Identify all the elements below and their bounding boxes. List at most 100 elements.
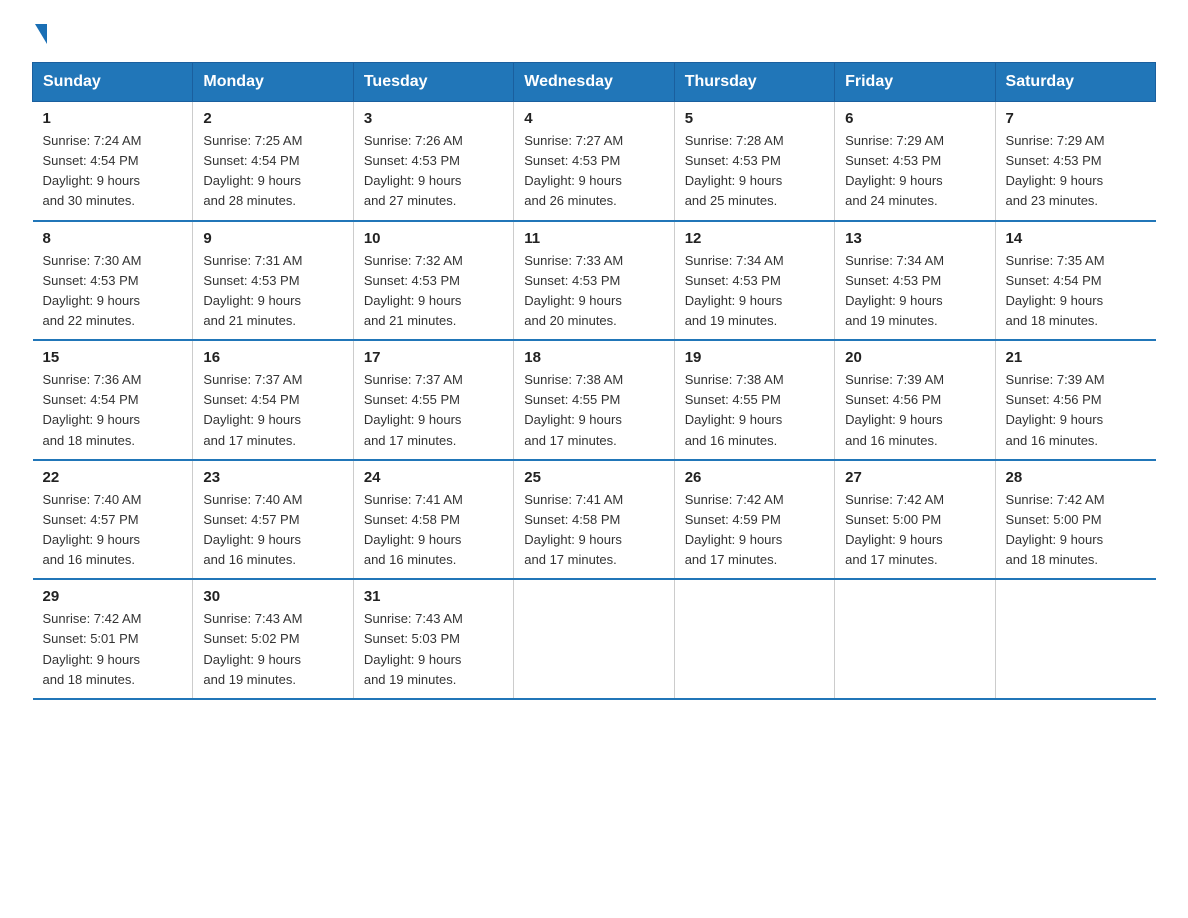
day-info: Sunrise: 7:38 AMSunset: 4:55 PMDaylight:… [685,370,824,451]
day-info: Sunrise: 7:34 AMSunset: 4:53 PMDaylight:… [845,251,984,332]
calendar-cell: 28 Sunrise: 7:42 AMSunset: 5:00 PMDaylig… [995,460,1155,580]
day-number: 27 [845,469,984,486]
day-number: 3 [364,110,503,127]
day-info: Sunrise: 7:42 AMSunset: 5:00 PMDaylight:… [1006,490,1146,571]
day-info: Sunrise: 7:39 AMSunset: 4:56 PMDaylight:… [1006,370,1146,451]
day-number: 16 [203,349,342,366]
day-number: 13 [845,230,984,247]
calendar-cell: 25 Sunrise: 7:41 AMSunset: 4:58 PMDaylig… [514,460,674,580]
day-of-week-header: Monday [193,63,353,102]
day-of-week-header: Thursday [674,63,834,102]
calendar-cell: 11 Sunrise: 7:33 AMSunset: 4:53 PMDaylig… [514,221,674,341]
day-number: 19 [685,349,824,366]
day-number: 29 [43,588,183,605]
day-of-week-header: Sunday [33,63,193,102]
day-info: Sunrise: 7:27 AMSunset: 4:53 PMDaylight:… [524,131,663,212]
calendar-cell: 2 Sunrise: 7:25 AMSunset: 4:54 PMDayligh… [193,102,353,221]
calendar-cell: 26 Sunrise: 7:42 AMSunset: 4:59 PMDaylig… [674,460,834,580]
calendar-cell: 17 Sunrise: 7:37 AMSunset: 4:55 PMDaylig… [353,340,513,460]
calendar-cell: 14 Sunrise: 7:35 AMSunset: 4:54 PMDaylig… [995,221,1155,341]
day-info: Sunrise: 7:37 AMSunset: 4:54 PMDaylight:… [203,370,342,451]
day-info: Sunrise: 7:41 AMSunset: 4:58 PMDaylight:… [524,490,663,571]
day-info: Sunrise: 7:32 AMSunset: 4:53 PMDaylight:… [364,251,503,332]
logo-arrow-icon [35,24,47,44]
day-number: 5 [685,110,824,127]
day-number: 18 [524,349,663,366]
day-info: Sunrise: 7:34 AMSunset: 4:53 PMDaylight:… [685,251,824,332]
calendar-cell: 5 Sunrise: 7:28 AMSunset: 4:53 PMDayligh… [674,102,834,221]
calendar-cell: 4 Sunrise: 7:27 AMSunset: 4:53 PMDayligh… [514,102,674,221]
day-number: 30 [203,588,342,605]
day-info: Sunrise: 7:31 AMSunset: 4:53 PMDaylight:… [203,251,342,332]
day-number: 20 [845,349,984,366]
day-info: Sunrise: 7:43 AMSunset: 5:02 PMDaylight:… [203,609,342,690]
calendar-cell: 3 Sunrise: 7:26 AMSunset: 4:53 PMDayligh… [353,102,513,221]
calendar-cell: 27 Sunrise: 7:42 AMSunset: 5:00 PMDaylig… [835,460,995,580]
calendar-cell [674,579,834,699]
day-info: Sunrise: 7:35 AMSunset: 4:54 PMDaylight:… [1006,251,1146,332]
calendar-week-row: 22 Sunrise: 7:40 AMSunset: 4:57 PMDaylig… [33,460,1156,580]
calendar-week-row: 1 Sunrise: 7:24 AMSunset: 4:54 PMDayligh… [33,102,1156,221]
calendar-cell: 21 Sunrise: 7:39 AMSunset: 4:56 PMDaylig… [995,340,1155,460]
calendar-cell: 23 Sunrise: 7:40 AMSunset: 4:57 PMDaylig… [193,460,353,580]
calendar-cell: 8 Sunrise: 7:30 AMSunset: 4:53 PMDayligh… [33,221,193,341]
day-number: 8 [43,230,183,247]
calendar-cell: 1 Sunrise: 7:24 AMSunset: 4:54 PMDayligh… [33,102,193,221]
day-info: Sunrise: 7:36 AMSunset: 4:54 PMDaylight:… [43,370,183,451]
days-header-row: SundayMondayTuesdayWednesdayThursdayFrid… [33,63,1156,102]
calendar-cell: 22 Sunrise: 7:40 AMSunset: 4:57 PMDaylig… [33,460,193,580]
day-info: Sunrise: 7:42 AMSunset: 5:00 PMDaylight:… [845,490,984,571]
day-info: Sunrise: 7:40 AMSunset: 4:57 PMDaylight:… [203,490,342,571]
day-number: 15 [43,349,183,366]
calendar-cell: 18 Sunrise: 7:38 AMSunset: 4:55 PMDaylig… [514,340,674,460]
page-header [32,24,1156,42]
day-of-week-header: Friday [835,63,995,102]
day-of-week-header: Tuesday [353,63,513,102]
day-number: 24 [364,469,503,486]
logo [32,24,47,42]
day-number: 4 [524,110,663,127]
calendar-cell: 15 Sunrise: 7:36 AMSunset: 4:54 PMDaylig… [33,340,193,460]
day-info: Sunrise: 7:41 AMSunset: 4:58 PMDaylight:… [364,490,503,571]
calendar-cell: 16 Sunrise: 7:37 AMSunset: 4:54 PMDaylig… [193,340,353,460]
calendar-cell: 9 Sunrise: 7:31 AMSunset: 4:53 PMDayligh… [193,221,353,341]
day-info: Sunrise: 7:30 AMSunset: 4:53 PMDaylight:… [43,251,183,332]
day-number: 14 [1006,230,1146,247]
calendar-cell: 20 Sunrise: 7:39 AMSunset: 4:56 PMDaylig… [835,340,995,460]
calendar-cell: 29 Sunrise: 7:42 AMSunset: 5:01 PMDaylig… [33,579,193,699]
day-info: Sunrise: 7:37 AMSunset: 4:55 PMDaylight:… [364,370,503,451]
calendar-cell: 6 Sunrise: 7:29 AMSunset: 4:53 PMDayligh… [835,102,995,221]
day-info: Sunrise: 7:29 AMSunset: 4:53 PMDaylight:… [845,131,984,212]
day-number: 25 [524,469,663,486]
calendar-cell: 30 Sunrise: 7:43 AMSunset: 5:02 PMDaylig… [193,579,353,699]
day-info: Sunrise: 7:33 AMSunset: 4:53 PMDaylight:… [524,251,663,332]
day-info: Sunrise: 7:39 AMSunset: 4:56 PMDaylight:… [845,370,984,451]
calendar-cell [995,579,1155,699]
day-info: Sunrise: 7:29 AMSunset: 4:53 PMDaylight:… [1006,131,1146,212]
day-number: 6 [845,110,984,127]
day-number: 1 [43,110,183,127]
day-number: 11 [524,230,663,247]
day-number: 7 [1006,110,1146,127]
day-number: 28 [1006,469,1146,486]
calendar-week-row: 29 Sunrise: 7:42 AMSunset: 5:01 PMDaylig… [33,579,1156,699]
day-info: Sunrise: 7:25 AMSunset: 4:54 PMDaylight:… [203,131,342,212]
day-number: 21 [1006,349,1146,366]
day-number: 9 [203,230,342,247]
calendar-week-row: 15 Sunrise: 7:36 AMSunset: 4:54 PMDaylig… [33,340,1156,460]
day-number: 23 [203,469,342,486]
calendar-cell: 12 Sunrise: 7:34 AMSunset: 4:53 PMDaylig… [674,221,834,341]
calendar-table: SundayMondayTuesdayWednesdayThursdayFrid… [32,62,1156,700]
day-number: 26 [685,469,824,486]
calendar-cell: 10 Sunrise: 7:32 AMSunset: 4:53 PMDaylig… [353,221,513,341]
day-info: Sunrise: 7:38 AMSunset: 4:55 PMDaylight:… [524,370,663,451]
day-info: Sunrise: 7:24 AMSunset: 4:54 PMDaylight:… [43,131,183,212]
calendar-cell: 7 Sunrise: 7:29 AMSunset: 4:53 PMDayligh… [995,102,1155,221]
day-number: 2 [203,110,342,127]
calendar-cell: 24 Sunrise: 7:41 AMSunset: 4:58 PMDaylig… [353,460,513,580]
day-info: Sunrise: 7:42 AMSunset: 5:01 PMDaylight:… [43,609,183,690]
calendar-week-row: 8 Sunrise: 7:30 AMSunset: 4:53 PMDayligh… [33,221,1156,341]
calendar-cell: 31 Sunrise: 7:43 AMSunset: 5:03 PMDaylig… [353,579,513,699]
day-info: Sunrise: 7:40 AMSunset: 4:57 PMDaylight:… [43,490,183,571]
calendar-cell [514,579,674,699]
